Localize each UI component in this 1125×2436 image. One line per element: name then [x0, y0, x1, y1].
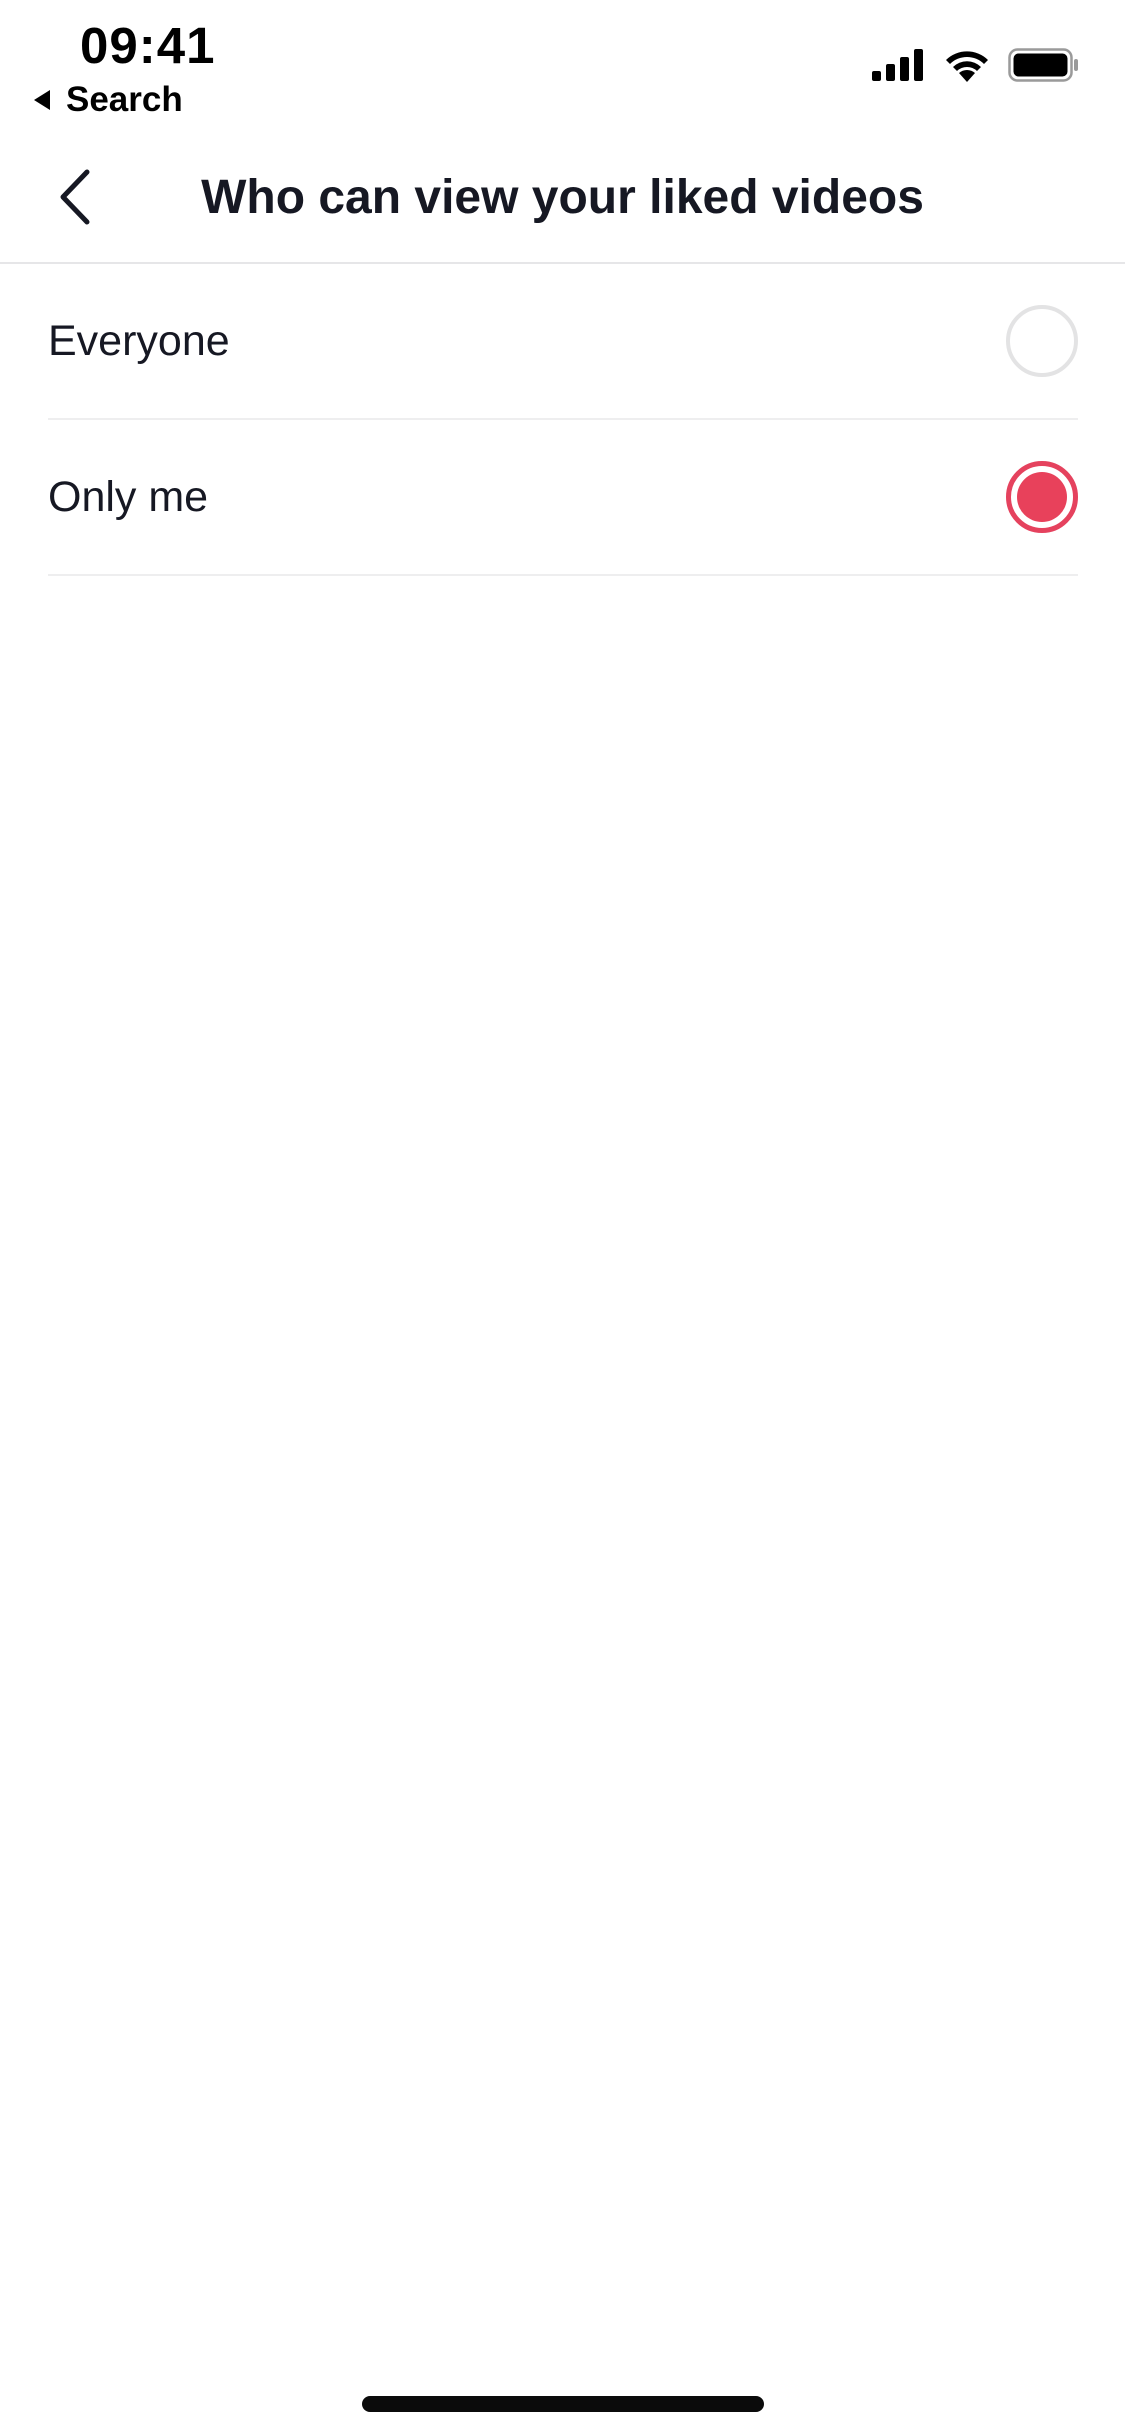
privacy-options-list: Everyone Only me — [48, 264, 1078, 576]
radio-selected[interactable] — [1006, 461, 1078, 533]
screen: 09:41 Search Who can view your liked vid… — [0, 0, 1125, 2436]
radio-selected-dot — [1017, 472, 1067, 522]
option-label: Everyone — [48, 316, 230, 365]
cellular-signal-icon — [872, 49, 923, 81]
status-time: 09:41 — [80, 17, 216, 74]
nav-bar: Who can view your liked videos — [0, 130, 1125, 264]
status-back-link[interactable]: Search — [30, 80, 183, 120]
back-arrow-icon — [34, 90, 50, 110]
home-indicator[interactable] — [362, 2396, 764, 2412]
option-label: Only me — [48, 472, 209, 521]
status-back-label: Search — [66, 80, 183, 119]
status-icons — [872, 48, 1080, 82]
status-bar: 09:41 Search — [0, 0, 1125, 130]
radio-unselected[interactable] — [1006, 305, 1078, 377]
battery-icon — [1008, 48, 1078, 82]
page-title: Who can view your liked videos — [201, 171, 924, 224]
option-only-me[interactable]: Only me — [48, 420, 1078, 576]
option-everyone[interactable]: Everyone — [48, 264, 1078, 420]
wifi-icon — [946, 51, 988, 82]
